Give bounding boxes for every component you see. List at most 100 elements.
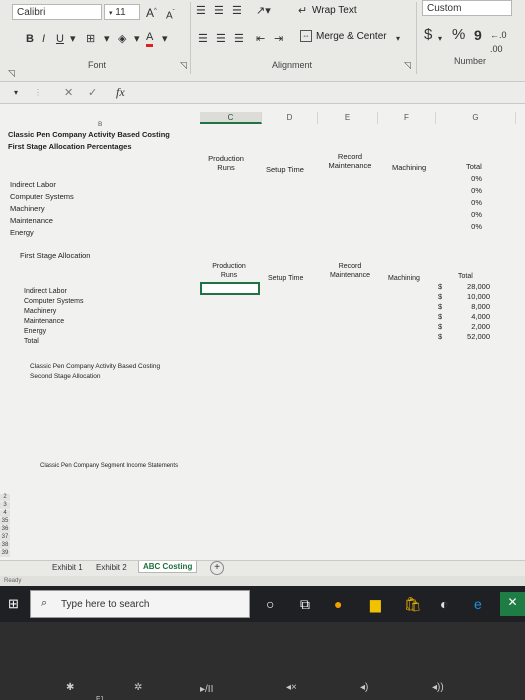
currency-symbol: $ xyxy=(438,282,443,291)
row-header[interactable]: 37 xyxy=(0,534,10,541)
accounting-format-button[interactable]: $ xyxy=(424,27,432,42)
tab-exhibit-2[interactable]: Exhibit 2 xyxy=(96,563,127,572)
accounting-dropdown-chevron-icon[interactable]: ▾ xyxy=(438,32,442,46)
comma-style-button[interactable]: 9 xyxy=(474,28,482,42)
windows-start-icon[interactable]: ⊞ xyxy=(8,594,19,614)
total-amount: 52,000 xyxy=(467,332,490,341)
worksheet-grid[interactable]: B Classic Pen Company Activity Based Cos… xyxy=(0,121,525,557)
column-header-e[interactable]: E xyxy=(318,112,378,124)
active-cell[interactable] xyxy=(200,282,260,295)
row-label: Computer Systems xyxy=(10,192,74,201)
store-icon[interactable]: 🛍 xyxy=(404,594,422,614)
key-label: ◂)) xyxy=(432,682,444,693)
task-view-icon[interactable]: ⧉ xyxy=(300,594,310,614)
header-record-maintenance: Record Maintenance xyxy=(328,152,372,170)
key-label: ✱ xyxy=(66,682,75,693)
percent-style-button[interactable]: % xyxy=(452,27,465,42)
increase-decimal-icon[interactable]: ←.0.00 xyxy=(490,28,507,56)
row-header[interactable]: 4 xyxy=(0,510,10,517)
bold-button[interactable]: B xyxy=(26,32,34,46)
merge-dropdown-chevron-icon[interactable]: ▾ xyxy=(396,32,400,46)
header-setup-time: Setup Time xyxy=(266,165,304,174)
row-label: Indirect Labor xyxy=(24,288,67,295)
borders-icon[interactable]: ⊞ xyxy=(86,32,95,46)
row-header[interactable]: 3 xyxy=(0,502,10,509)
key-label: ▸/II xyxy=(200,684,214,695)
row-header[interactable]: 39 xyxy=(0,550,10,557)
total-amount: 2,000 xyxy=(471,322,490,331)
name-box-chevron-down-icon[interactable]: ▾ xyxy=(14,86,18,100)
underline-dropdown-chevron-icon[interactable]: ▾ xyxy=(70,32,76,46)
row-header[interactable]: 35 xyxy=(0,518,10,525)
confirm-icon[interactable]: ✓ xyxy=(88,86,97,100)
currency-symbol: $ xyxy=(438,332,443,341)
grow-font-button[interactable]: A^ xyxy=(146,4,157,20)
section-title: Classic Pen Company Segment Income State… xyxy=(40,463,179,469)
total-percent: 0% xyxy=(471,210,482,219)
insert-function-icon[interactable]: fx xyxy=(116,85,125,99)
align-middle-icon[interactable]: ☰ xyxy=(214,4,224,18)
number-format-box[interactable]: Custom xyxy=(422,0,512,16)
merge-center-button[interactable]: Merge & Center xyxy=(316,31,387,42)
row-header[interactable]: 2 xyxy=(0,494,10,501)
merge-center-icon: ⇔ xyxy=(300,30,312,42)
decrease-indent-icon[interactable]: ⇤ xyxy=(256,32,265,46)
row-label: Indirect Labor xyxy=(10,180,56,189)
column-header-g[interactable]: G xyxy=(436,112,516,124)
shrink-font-button[interactable]: Aˇ xyxy=(166,6,175,23)
chrome-icon[interactable]: ● xyxy=(334,594,342,614)
wrap-text-icon: ↵ xyxy=(298,5,308,17)
font-color-button[interactable]: A xyxy=(146,30,154,47)
font-size-box[interactable]: ▾ 11 xyxy=(104,4,140,20)
row-header[interactable]: 36 xyxy=(0,526,10,533)
column-header-f[interactable]: F xyxy=(378,112,436,124)
app-icon[interactable]: ◐ xyxy=(440,594,448,614)
tab-abc-costing[interactable]: ABC Costing xyxy=(138,561,198,573)
align-left-icon[interactable]: ☰ xyxy=(198,32,208,46)
ribbon: Calibri ▾ 11 A^ Aˇ ☰ ☰ ☰ ↗▾ ↵ Wrap Text … xyxy=(0,0,525,82)
increase-indent-icon[interactable]: ⇥ xyxy=(274,32,283,46)
tab-exhibit-1[interactable]: Exhibit 1 xyxy=(52,563,83,572)
total-percent: 0% xyxy=(471,186,482,195)
key-label: ◂× xyxy=(286,682,297,693)
clipboard-dialog-launcher-icon[interactable]: ◹ xyxy=(8,68,15,79)
currency-symbol: $ xyxy=(438,312,443,321)
file-explorer-icon[interactable]: ▆ xyxy=(370,594,381,614)
more-options-icon: ⋮ xyxy=(34,88,42,97)
fill-dropdown-chevron-icon[interactable]: ▾ xyxy=(134,32,140,46)
font-color-dropdown-chevron-icon[interactable]: ▾ xyxy=(162,32,168,46)
total-percent: 0% xyxy=(471,198,482,207)
fill-color-icon[interactable]: ◈ xyxy=(118,32,126,46)
excel-window: Calibri ▾ 11 A^ Aˇ ☰ ☰ ☰ ↗▾ ↵ Wrap Text … xyxy=(0,0,525,622)
keyboard-area: ✱ F1 ✲ ▸/II ◂× ◂) ◂)) xyxy=(0,622,525,700)
currency-symbol: $ xyxy=(438,292,443,301)
alignment-dialog-launcher-icon[interactable]: ◹ xyxy=(404,60,411,71)
wrap-text-button[interactable]: Wrap Text xyxy=(312,5,357,16)
align-bottom-icon[interactable]: ☰ xyxy=(232,4,242,18)
align-top-icon[interactable]: ☰ xyxy=(196,4,206,18)
row-label: Maintenance xyxy=(24,318,65,325)
section-title: Classic Pen Company Activity Based Costi… xyxy=(30,363,161,370)
align-center-icon[interactable]: ☰ xyxy=(216,32,226,46)
italic-button[interactable]: I xyxy=(42,32,45,46)
cortana-icon[interactable]: ○ xyxy=(266,594,274,614)
borders-dropdown-chevron-icon[interactable]: ▾ xyxy=(104,32,110,46)
total-amount: 10,000 xyxy=(467,292,490,301)
column-header-d[interactable]: D xyxy=(262,112,318,124)
align-right-icon[interactable]: ☰ xyxy=(234,32,244,46)
row-label: Energy xyxy=(10,228,34,237)
header-machining: Machining xyxy=(388,275,420,282)
orientation-icon[interactable]: ↗▾ xyxy=(256,4,271,18)
font-name-box[interactable]: Calibri xyxy=(12,4,102,20)
edge-icon[interactable]: e xyxy=(474,594,482,614)
excel-icon[interactable]: ✕ xyxy=(500,592,525,616)
column-header-c[interactable]: C xyxy=(200,112,262,124)
font-dialog-launcher-icon[interactable]: ◹ xyxy=(180,60,187,71)
underline-button[interactable]: U xyxy=(56,32,64,46)
header-machining: Machining xyxy=(392,163,427,172)
cancel-icon[interactable]: ✕ xyxy=(64,86,73,100)
row-header[interactable]: 38 xyxy=(0,542,10,549)
add-sheet-button[interactable]: + xyxy=(210,561,224,575)
divider xyxy=(416,2,417,74)
taskbar-search[interactable]: ⌕ Type here to search xyxy=(30,590,250,618)
